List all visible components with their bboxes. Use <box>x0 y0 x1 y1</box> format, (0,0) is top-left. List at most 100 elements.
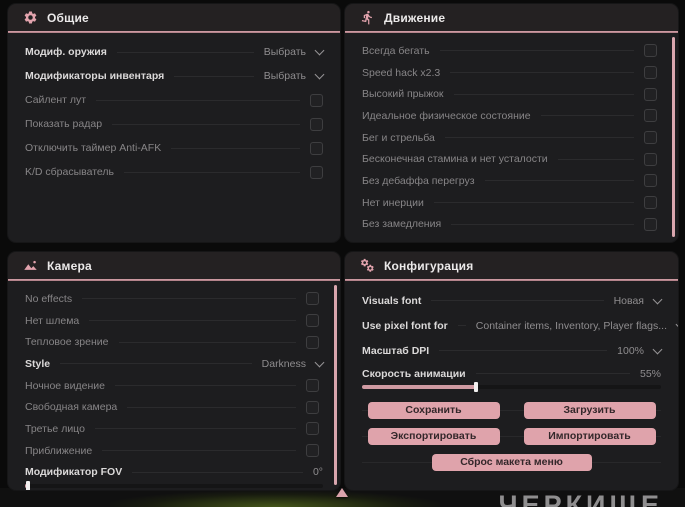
checkbox[interactable] <box>310 117 323 131</box>
export-button[interactable]: Экспортировать <box>367 427 500 445</box>
setting-label: Ночное видение <box>25 379 105 392</box>
slider-track[interactable] <box>362 382 661 392</box>
setting-row: Нет шлема <box>8 310 340 332</box>
leader-line <box>102 450 296 452</box>
slider-fill <box>362 385 476 389</box>
setting-row: Всегда бегать <box>345 40 678 62</box>
checkbox[interactable] <box>310 141 323 155</box>
slider-thumb[interactable] <box>25 480 30 490</box>
dropdown-value: Новая <box>613 294 644 307</box>
dropdown-value: Darkness <box>261 357 306 370</box>
leader-line <box>439 50 634 52</box>
setting-row: Use pixel font for Container items, Inven… <box>345 313 678 338</box>
panel-movement-header: Движение <box>345 4 678 31</box>
leader-line <box>475 373 630 374</box>
setting-row: Модификаторы инвентаря Выбрать <box>8 64 340 88</box>
checkbox[interactable] <box>306 292 319 306</box>
scrollbar[interactable] <box>334 285 337 485</box>
checkbox[interactable] <box>306 444 319 458</box>
setting-row: Ночное видение <box>8 375 340 397</box>
leader-line <box>96 99 300 101</box>
leader-line <box>114 385 296 387</box>
chevron-down-icon <box>652 344 663 354</box>
setting-row: Style Darkness <box>8 353 340 375</box>
setting-row: Отключить таймер Anti-AFK <box>8 136 340 160</box>
setting-row: Высокий прыжок <box>345 83 678 105</box>
leader-line <box>444 137 634 139</box>
leader-line <box>431 300 604 301</box>
slider-thumb[interactable] <box>473 382 478 392</box>
setting-label: Visuals font <box>362 294 422 307</box>
dropdown[interactable]: Container items, Inventory, Player flags… <box>475 319 678 332</box>
setting-label: Показать радар <box>25 118 103 130</box>
setting-label: Всегда бегать <box>362 44 430 57</box>
setting-label: Идеальное физическое состояние <box>362 109 531 122</box>
import-button[interactable]: Импортировать <box>523 427 656 445</box>
setting-label: Модиф. оружия <box>25 46 107 58</box>
dropdown-value: Container items, Inventory, Player flags… <box>475 319 667 332</box>
dropdown[interactable]: 100% <box>617 344 663 357</box>
setting-label: Модификаторы инвентаря <box>25 70 165 82</box>
setting-label: Масштаб DPI <box>362 344 430 357</box>
dropdown[interactable]: Darkness <box>261 357 325 370</box>
slider-track[interactable] <box>25 480 323 490</box>
image-icon <box>23 258 38 273</box>
checkbox[interactable] <box>306 400 319 414</box>
leader-line <box>453 93 634 95</box>
setting-row: Нет инерции <box>345 192 678 214</box>
setting-row: Бесконечная стамина и нет усталости <box>345 148 678 170</box>
chevron-down-icon <box>675 319 678 329</box>
checkbox[interactable] <box>644 131 657 145</box>
setting-label: Style <box>25 357 51 370</box>
leader-line <box>450 72 634 74</box>
runner-icon <box>360 10 375 25</box>
scrollbar[interactable] <box>672 37 675 237</box>
checkbox[interactable] <box>644 174 657 188</box>
leader-line <box>557 158 634 160</box>
checkbox[interactable] <box>644 217 657 231</box>
panel-general: Общие Модиф. оружия Выбрать Модификаторы и… <box>8 4 340 242</box>
setting-row: Без замедления <box>345 214 678 236</box>
setting-row: Модиф. оружия Выбрать <box>8 40 340 64</box>
setting-row: Visuals font Новая <box>345 288 678 313</box>
leader-line <box>451 223 634 225</box>
checkbox[interactable] <box>310 93 323 107</box>
setting-row: Модификатор FOV 0° <box>8 462 340 490</box>
leader-line <box>457 325 466 326</box>
panel-config-header: Конфигурация <box>345 252 678 279</box>
setting-label: Свободная камера <box>25 401 118 414</box>
setting-row: Третье лицо <box>8 418 340 440</box>
checkbox[interactable] <box>306 379 319 393</box>
setting-label: Высокий прыжок <box>362 88 444 101</box>
background-glow <box>110 491 440 507</box>
checkbox[interactable] <box>310 165 323 179</box>
load-button[interactable]: Загрузить <box>523 401 656 419</box>
checkbox[interactable] <box>306 422 319 436</box>
gears-icon <box>360 258 375 273</box>
checkbox[interactable] <box>644 87 657 101</box>
leader-line <box>94 428 296 430</box>
panel-camera-header: Камера <box>8 252 340 279</box>
save-button[interactable]: Сохранить <box>367 401 500 419</box>
reset-menu-layout-button[interactable]: Сброс макета меню <box>431 453 592 471</box>
cursor-icon <box>336 488 348 497</box>
setting-label: No effects <box>25 292 73 305</box>
slider-value: 55% <box>639 367 661 380</box>
checkbox[interactable] <box>644 152 657 166</box>
leader-line <box>112 123 300 125</box>
checkbox[interactable] <box>644 196 657 210</box>
dropdown[interactable]: Выбрать <box>264 45 325 58</box>
button-row: Сброс макета меню <box>345 449 678 475</box>
setting-label: Нет инерции <box>362 196 424 209</box>
dropdown[interactable]: Выбрать <box>264 69 325 82</box>
checkbox[interactable] <box>306 314 319 328</box>
checkbox[interactable] <box>644 109 657 123</box>
checkbox[interactable] <box>644 66 657 80</box>
leader-line <box>439 350 608 351</box>
leader-line <box>127 406 296 408</box>
checkbox[interactable] <box>644 44 657 58</box>
dropdown[interactable]: Новая <box>613 294 663 307</box>
setting-label: Бесконечная стамина и нет усталости <box>362 153 548 166</box>
setting-label: Сайлент лут <box>25 94 87 106</box>
checkbox[interactable] <box>306 335 319 349</box>
